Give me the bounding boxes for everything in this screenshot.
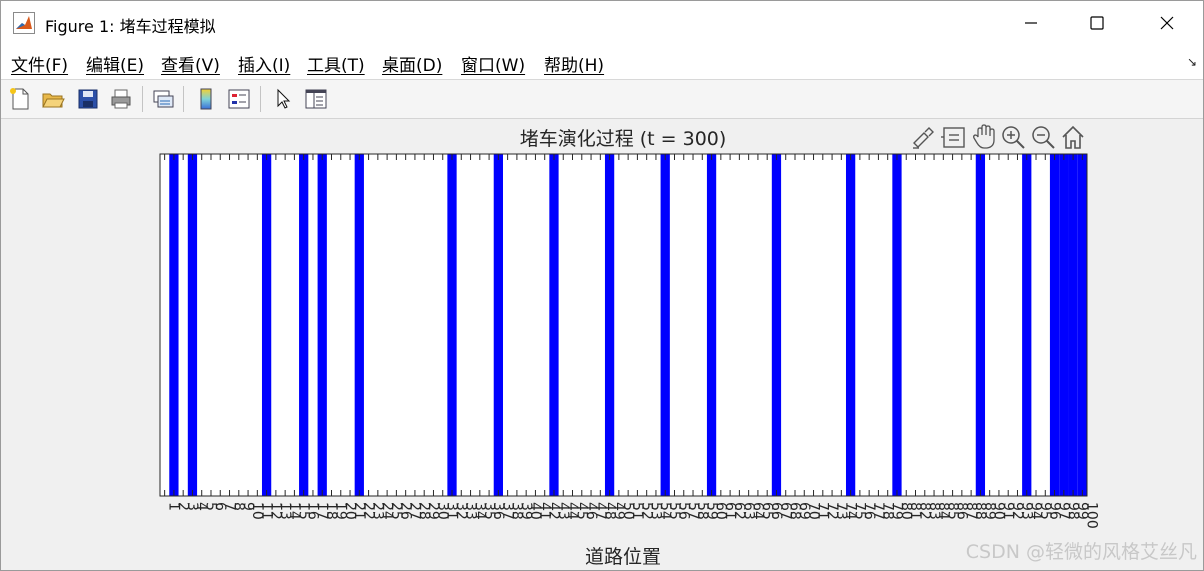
save-icon[interactable] [74,85,102,113]
toolbar-separator [183,86,184,112]
occupied-cell [354,154,364,496]
occupied-cell [169,154,179,496]
figure-window: Figure 1: 堵车过程模拟 文件(F) 编辑(E) 查看(V) 插入(I)… [0,0,1204,571]
occupied-cell [1022,154,1032,496]
brush-icon[interactable] [913,127,934,149]
toolbar-separator [142,86,143,112]
occupied-cell [493,154,503,496]
title-bar: Figure 1: 堵车过程模拟 [1,1,1203,45]
menu-insert[interactable]: 插入(I) [238,51,290,76]
occupied-cell [845,154,856,496]
data-tips-icon[interactable] [941,127,965,148]
occupied-cell [1059,154,1069,496]
maximize-button[interactable] [1067,1,1127,45]
x-axis-label: 道路位置 [585,546,661,568]
occupied-cell [317,154,327,496]
occupied-cell [892,154,902,496]
minimize-button[interactable] [1001,1,1061,45]
open-file-icon[interactable] [39,85,67,113]
occupied-cell [771,154,782,496]
zoom-out-icon[interactable] [1032,126,1055,149]
property-inspector-icon[interactable] [302,85,330,113]
occupied-cell [261,154,272,496]
dock-arrow-icon[interactable]: ↘ [1187,55,1197,69]
occupied-cell [660,154,670,496]
occupied-cell [1077,154,1087,496]
figure-toolbar [1,80,1203,119]
occupied-cell [604,154,615,496]
home-icon[interactable] [1062,125,1084,149]
menu-edit[interactable]: 编辑(E) [86,51,144,76]
chart-title: 堵车演化过程 (t = 300) [520,128,727,150]
menu-file[interactable]: 文件(F) [11,51,68,76]
figure-canvas: 1 2 3 4 5 6 7 8 9 10 11 12 13 14 15 16 17 18 19 20 21 22 23 24 2… [1,119,1203,570]
new-figure-icon[interactable] [6,85,34,113]
x-tick-label: 100 [1083,502,1099,529]
window-title: Figure 1: 堵车过程模拟 [45,17,216,36]
menu-bar: 文件(F) 编辑(E) 查看(V) 插入(I) 工具(T) 桌面(D) 窗口(W… [1,45,1203,80]
axes-toolbar [913,124,1084,149]
occupied-cell [299,154,309,496]
occupied-cell [549,154,559,496]
matlab-logo-icon [13,12,35,34]
link-plot-icon[interactable] [149,85,177,113]
menu-window[interactable]: 窗口(W) [461,51,525,76]
zoom-in-icon[interactable] [1002,126,1025,149]
x-tick-labels: 1234567891011121314151617181920212223242… [166,502,1100,529]
menu-desktop[interactable]: 桌面(D) [382,51,442,76]
edit-plot-arrow-icon[interactable] [269,85,297,113]
insert-legend-icon[interactable] [225,85,253,113]
toolbar-separator [260,86,261,112]
menu-help[interactable]: 帮助(H) [544,51,604,76]
insert-colorbar-icon[interactable] [192,85,220,113]
menu-view[interactable]: 查看(V) [161,51,220,76]
occupied-cell [706,154,717,496]
pan-hand-icon[interactable] [973,124,995,149]
menu-tools[interactable]: 工具(T) [307,51,365,76]
occupied-cell [975,154,986,496]
occupied-cell [187,154,198,496]
occupied-cell [447,154,457,496]
plot-area: 1234567891011121314151617181920212223242… [159,124,1100,568]
occupied-cell [1049,154,1060,496]
close-button[interactable] [1137,1,1197,45]
print-icon[interactable] [107,85,135,113]
occupied-cell [1068,154,1078,496]
watermark: CSDN @轻微的风格艾丝凡 [965,541,1197,563]
